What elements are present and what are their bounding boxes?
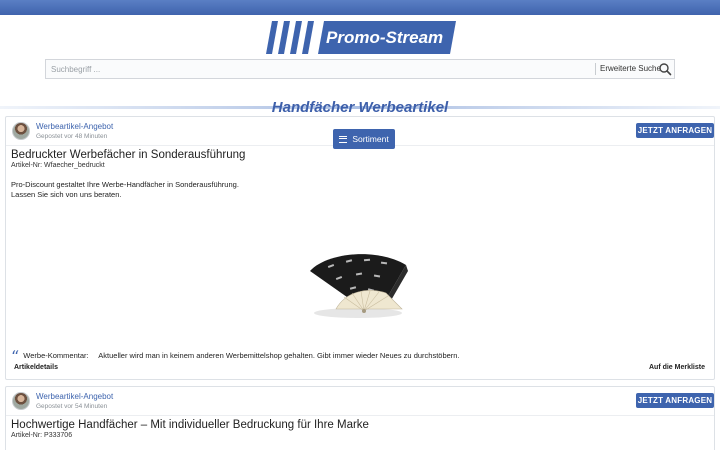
search-separator (595, 63, 596, 75)
post-title[interactable]: Hochwertige Handfächer – Mit individuell… (11, 419, 369, 431)
menu-icon (339, 135, 348, 143)
avatar[interactable] (12, 392, 30, 410)
post-description: Pro-Discount gestaltet Ihre Werbe-Handfä… (11, 180, 511, 200)
card-divider (6, 415, 714, 416)
post-card: Werbeartikel-Angebot Gepostet vor 54 Min… (5, 386, 715, 450)
advanced-search-link[interactable]: Erweiterte Suche (600, 64, 661, 73)
request-now-button[interactable]: JETZT ANFRAGEN (636, 123, 714, 138)
post-title[interactable]: Bedruckter Werbefächer in Sonderausführu… (11, 149, 245, 161)
description-line: Pro-Discount gestaltet Ihre Werbe-Handfä… (11, 180, 239, 189)
search-icon[interactable] (658, 62, 672, 76)
article-number: Artikel-Nr: P333706 (11, 432, 73, 439)
comment-label: Werbe-Kommentar: (23, 351, 89, 360)
promo-comment: “ Werbe-Kommentar: Aktueller wird man in… (11, 343, 460, 366)
sortiment-label: Sortiment (352, 134, 389, 144)
author-link[interactable]: Werbeartikel-Angebot (36, 392, 113, 401)
page-title: Handfächer Werbeartikel (271, 99, 449, 116)
product-image-fan[interactable] (306, 251, 410, 319)
sortiment-button[interactable]: Sortiment (333, 129, 395, 149)
search-bar: Erweiterte Suche (45, 59, 675, 79)
logo-text: Promo-Stream (326, 28, 444, 47)
article-number: Artikel-Nr: Wfaecher_bedruckt (11, 162, 105, 169)
request-now-button[interactable]: JETZT ANFRAGEN (636, 393, 714, 408)
avatar[interactable] (12, 122, 30, 140)
post-card: Werbeartikel-Angebot Gepostet vor 48 Min… (5, 116, 715, 380)
description-line: Lassen Sie sich von uns beraten. (11, 190, 122, 199)
promo-stream-logo[interactable]: Promo-Stream (266, 21, 456, 54)
search-input[interactable] (46, 60, 594, 78)
author-link[interactable]: Werbeartikel-Angebot (36, 122, 113, 131)
post-timestamp: Gepostet vor 48 Minuten (36, 133, 108, 140)
post-timestamp: Gepostet vor 54 Minuten (36, 403, 108, 410)
comment-text: Aktueller wird man in keinem anderen Wer… (98, 351, 460, 360)
add-to-wishlist-link[interactable]: Auf die Merkliste (649, 364, 705, 371)
top-bar (0, 0, 720, 15)
article-details-link[interactable]: Artikeldetails (14, 364, 58, 371)
